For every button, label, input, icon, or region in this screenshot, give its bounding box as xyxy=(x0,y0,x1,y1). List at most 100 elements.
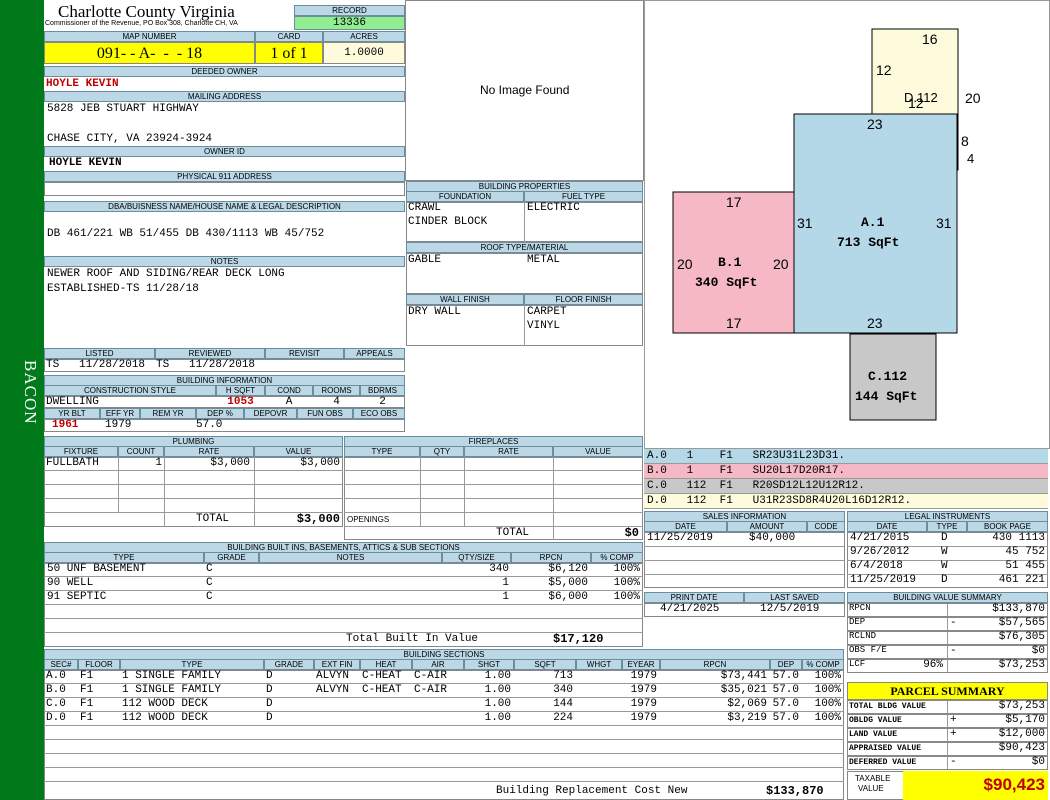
print-date: 4/21/2025 xyxy=(660,603,720,615)
builtins-col-qty: QTY/SIZE xyxy=(442,552,511,563)
fireplaces-col-qty: QTY xyxy=(420,446,464,457)
section-cell: D xyxy=(266,670,273,682)
section-cell: 1979 xyxy=(630,698,657,710)
fireplaces-openings-label: OPENINGS xyxy=(347,515,390,524)
depovr-header: DEPOVR xyxy=(244,408,297,419)
section-cell: 1979 xyxy=(630,684,657,696)
record-header: RECORD xyxy=(294,5,405,16)
builtins-col-comp: % COMP xyxy=(591,552,643,563)
value-summary-key: OBS F/E xyxy=(849,645,887,655)
section-cell: 713 xyxy=(553,670,573,682)
section-cell: ALVYN xyxy=(316,670,350,682)
section-cell: 224 xyxy=(553,712,573,724)
reviewed-header: REVIEWED xyxy=(155,348,265,359)
notes-line2: ESTABLISHED-TS 11/28/18 xyxy=(47,283,199,295)
replacement-label: Building Replacement Cost New xyxy=(496,785,688,797)
legal-col-bookpage: BOOK PAGE xyxy=(967,521,1048,532)
vector-line: B.0 1 F1 SU20L17D20R17. xyxy=(644,464,1048,479)
section-cell: 57.0 xyxy=(772,670,799,682)
dim-a-top: 23 xyxy=(867,116,883,132)
vector-line: D.0 112 F1 U31R23SD8R4U20L16D12R12. xyxy=(644,494,1048,509)
sales-col-date: DATE xyxy=(644,521,727,532)
section-cell: 100% xyxy=(814,698,841,710)
dim-b-bottom: 17 xyxy=(726,315,742,331)
sections-col-9: WHGT xyxy=(576,659,622,670)
section-cell: $2,069 xyxy=(727,698,767,710)
value-summary-value: $57,565 xyxy=(998,617,1045,629)
plumbing-rate: $3,000 xyxy=(210,457,250,469)
revisit-header: REVISIT xyxy=(265,348,344,359)
deeded-owner-value: HOYLE KEVIN xyxy=(46,78,119,90)
dim-a-right: 31 xyxy=(936,215,952,231)
section-cell: F1 xyxy=(80,712,94,724)
section-cell: 112 WOOD DECK xyxy=(122,712,208,724)
section-cell: C-HEAT xyxy=(362,670,402,682)
fireplaces-total: $0 xyxy=(624,526,639,540)
foundation-value1: CRAWL xyxy=(408,202,442,214)
print-date-header: PRINT DATE xyxy=(644,592,744,603)
value-summary-header: BUILDING VALUE SUMMARY xyxy=(847,592,1048,603)
section-cell: ALVYN xyxy=(316,684,350,696)
sections-col-11: RPCN xyxy=(660,659,770,670)
roof-box xyxy=(406,253,643,294)
builtin-qty: 1 xyxy=(502,577,509,589)
rooms-value: 4 xyxy=(333,396,340,408)
sales-col-code: CODE xyxy=(807,521,845,532)
legal-header: DBA/BUISNESS NAME/HOUSE NAME & LEGAL DES… xyxy=(44,201,405,212)
dim-d-8: 8 xyxy=(961,133,969,149)
sketch-a-label: A.1 xyxy=(861,215,885,230)
section-cell: 57.0 xyxy=(772,684,799,696)
value-summary-value: $76,305 xyxy=(998,631,1045,643)
legal-col-type: TYPE xyxy=(927,521,967,532)
builtins-total: $17,120 xyxy=(553,632,604,646)
sections-col-13: % COMP xyxy=(802,659,844,670)
section-cell: 100% xyxy=(814,684,841,696)
section-cell: 1.00 xyxy=(484,684,511,696)
section-cell: 112 WOOD DECK xyxy=(122,698,208,710)
sections-col-4: EXT FIN xyxy=(314,659,360,670)
legal-bookpage: 430 1113 xyxy=(992,532,1045,544)
sketch-b-area: 340 SqFt xyxy=(695,275,758,290)
legal-type: W xyxy=(941,546,948,558)
dep-value: 57.0 xyxy=(196,419,223,431)
section-cell: 1979 xyxy=(630,670,657,682)
rooms-header: ROOMS xyxy=(313,385,360,396)
parcel-key: OBLDG VALUE xyxy=(849,716,902,725)
hsqft-value: 1053 xyxy=(227,396,254,408)
section-cell: 1.00 xyxy=(484,712,511,724)
cond-value: A xyxy=(285,396,293,408)
builtin-qty: 1 xyxy=(502,591,509,603)
record-value: 13336 xyxy=(294,16,405,30)
section-cell: 57.0 xyxy=(772,712,799,724)
county-name: Charlotte County Virginia xyxy=(58,2,235,21)
vector-line: C.0 112 F1 R20SD12L12U12R12. xyxy=(644,479,1048,494)
dim-b-right: 20 xyxy=(773,256,789,272)
dim-d-inner: 12 xyxy=(908,95,924,111)
parcel-value: $5,170 xyxy=(1005,714,1045,726)
taxable-label1: TAXABLE xyxy=(855,774,891,783)
parcel-value: $73,253 xyxy=(998,700,1045,712)
plumbing-fixture: FULLBATH xyxy=(46,457,99,469)
value-summary-key: LCF xyxy=(849,659,866,669)
sales-col-amount: AMOUNT xyxy=(727,521,807,532)
value-summary-key: RPCN xyxy=(849,603,871,613)
section-cell: $73,441 xyxy=(720,670,767,682)
legal-date: 11/25/2019 xyxy=(850,574,917,586)
value-summary-value: $0 xyxy=(1031,645,1045,657)
legal-date: 4/21/2015 xyxy=(850,532,910,544)
physical-address-box xyxy=(44,182,405,196)
ecoobs-header: ECO OBS xyxy=(353,408,405,419)
dim-a-left: 31 xyxy=(797,215,813,231)
mailing-address-line2: CHASE CITY, VA 23924-3924 xyxy=(47,133,213,145)
parcel-value: $12,000 xyxy=(998,728,1045,740)
effyr-header: EFF YR xyxy=(100,408,140,419)
roof-material-value: METAL xyxy=(527,254,561,266)
builtins-col-rpcn: RPCN xyxy=(511,552,591,563)
sections-col-1: FLOOR xyxy=(78,659,120,670)
bdrms-value: 2 xyxy=(379,396,386,408)
last-saved-header: LAST SAVED xyxy=(744,592,845,603)
dim-d-right: 20 xyxy=(965,90,981,106)
hsqft-header: H SQFT xyxy=(216,385,265,396)
owner-id-header: OWNER ID xyxy=(44,146,405,157)
legal-type: D xyxy=(941,574,948,586)
